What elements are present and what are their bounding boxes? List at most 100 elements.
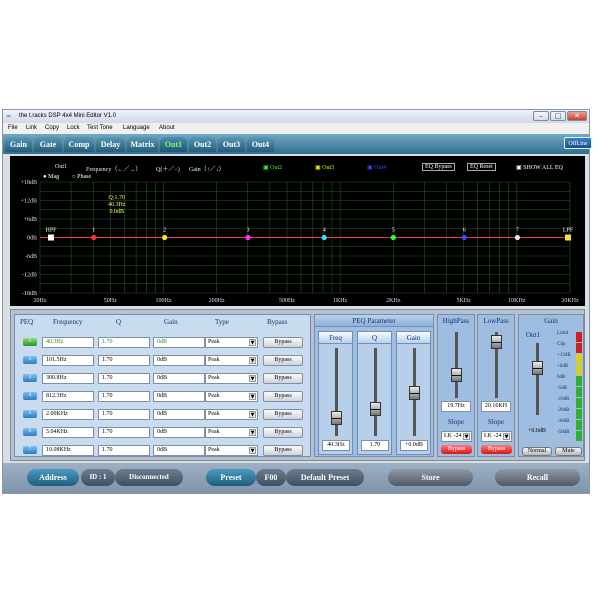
- highpass-slope-select[interactable]: LK -24 ▼: [441, 431, 472, 442]
- graph-plot: +18dB +12dB +6dB 0dB -6dB -12dB -18dB20Hz 50Hz 1…: [21, 180, 579, 304]
- minimize-button[interactable]: –: [533, 111, 549, 121]
- address-button[interactable]: Address: [27, 469, 79, 486]
- peq-row-4-type-select[interactable]: Peak ▼: [205, 391, 258, 402]
- menu-link[interactable]: Link: [26, 125, 37, 131]
- peq-row-1-gain[interactable]: 0dB: [153, 337, 205, 348]
- gain-value[interactable]: +0.0dB: [400, 440, 428, 451]
- peq-row-4-q[interactable]: 1.70: [98, 391, 150, 402]
- tab-delay[interactable]: Delay: [96, 137, 125, 152]
- highpass-slope-value: LK -24: [444, 433, 462, 439]
- menu-copy[interactable]: Copy: [45, 125, 59, 131]
- chevron-down-icon: ▼: [249, 357, 256, 364]
- peq-row-5-gain[interactable]: 0dB: [153, 409, 205, 420]
- peq-row-7-gain[interactable]: 0dB: [153, 445, 205, 456]
- q-value[interactable]: 1.70: [361, 440, 389, 451]
- eq-point-label: 5: [392, 228, 395, 234]
- peq-row-2-bypass-button[interactable]: Bypass: [263, 355, 303, 366]
- peq-row-7-bypass-button[interactable]: Bypass: [263, 445, 303, 456]
- peq-row-3-bypass-button[interactable]: Bypass: [263, 373, 303, 384]
- peq-row-1-freq[interactable]: 40.3Hz: [42, 337, 94, 348]
- lowpass-slider-thumb[interactable]: [491, 335, 502, 349]
- peq-row-5-freq[interactable]: 2.00KHz: [42, 409, 94, 420]
- eq-point-label: 7: [516, 228, 519, 234]
- q-slider-track[interactable]: [374, 348, 377, 436]
- peq-row-2-type-select[interactable]: Peak ▼: [205, 355, 258, 366]
- tab-matrix[interactable]: Matrix: [127, 137, 158, 152]
- highpass-value[interactable]: 19.7Hz: [441, 401, 471, 412]
- output-gain-slider-track[interactable]: [536, 343, 539, 415]
- output-gain-slider-thumb[interactable]: [532, 361, 543, 375]
- preset-button[interactable]: Preset: [206, 469, 256, 486]
- gain-slider-label: Gain: [397, 332, 430, 344]
- tab-gain[interactable]: Gain: [5, 137, 32, 152]
- peq-row-4-bypass-button[interactable]: Bypass: [263, 391, 303, 402]
- window-title: the t.racks DSP 4x4 Mini Editor V1.0: [19, 113, 116, 119]
- peq-row-6-q[interactable]: 1.70: [98, 427, 150, 438]
- mute-button[interactable]: Mute: [555, 447, 582, 456]
- tab-out1[interactable]: Out1: [160, 137, 187, 152]
- tab-comp[interactable]: Comp: [64, 137, 94, 152]
- offline-button[interactable]: OffLine: [564, 137, 592, 149]
- tab-out2[interactable]: Out2: [189, 137, 216, 152]
- peq-row-1-bypass-button[interactable]: Bypass: [263, 337, 303, 348]
- menu-language[interactable]: Language: [123, 125, 150, 131]
- eq-graph[interactable]: Out1 Frequency（←／→） Q(＋／−) Gain（↑／↓） ▣ O…: [10, 156, 585, 306]
- highpass-slope-title: Slope: [448, 418, 464, 426]
- highpass-slider-thumb[interactable]: [451, 368, 462, 382]
- peq-row-4-number[interactable]: 4: [23, 392, 37, 400]
- peq-row-3-freq[interactable]: 300.8Hz: [42, 373, 94, 384]
- peq-row-7-number[interactable]: 7: [23, 446, 37, 454]
- tab-out3[interactable]: Out3: [218, 137, 245, 152]
- peq-row-6-gain[interactable]: 0dB: [153, 427, 205, 438]
- tab-gate[interactable]: Gate: [34, 137, 62, 152]
- peq-row-3-type-select[interactable]: Peak ▼: [205, 373, 258, 384]
- eq-point-6: [461, 234, 467, 241]
- peq-row-5-number[interactable]: 5: [23, 410, 37, 418]
- menu-lock[interactable]: Lock: [67, 125, 80, 131]
- lowpass-bypass-button[interactable]: Bypass: [481, 445, 512, 454]
- peq-row-6-number[interactable]: 6: [23, 428, 37, 436]
- menu-test-tone[interactable]: Test Tone: [87, 125, 113, 131]
- peq-row-7-q[interactable]: 1.70: [98, 445, 150, 456]
- gain-slider-thumb[interactable]: [409, 386, 420, 400]
- peq-row-7-freq[interactable]: 10.08KHz: [42, 445, 94, 456]
- peq-row-4-freq[interactable]: 812.3Hz: [42, 391, 94, 402]
- peq-row-5-type-select[interactable]: Peak ▼: [205, 409, 258, 420]
- normal-button[interactable]: Normal: [522, 447, 552, 456]
- freq-value[interactable]: 40.3Hz: [322, 440, 350, 451]
- peq-row-3-number[interactable]: 3: [23, 374, 37, 382]
- freq-slider-thumb[interactable]: [331, 411, 342, 425]
- peq-row-6-freq[interactable]: 5.04KHz: [42, 427, 94, 438]
- peq-row-5-q[interactable]: 1.70: [98, 409, 150, 420]
- maximize-button[interactable]: □: [550, 111, 566, 121]
- peq-row-5-bypass-button[interactable]: Bypass: [263, 409, 303, 420]
- peq-row-6-type-select[interactable]: Peak ▼: [205, 427, 258, 438]
- peq-row-3-gain[interactable]: 0dB: [153, 373, 205, 384]
- store-button[interactable]: Store: [388, 469, 473, 486]
- menu-about[interactable]: About: [159, 125, 175, 131]
- peq-row-2-freq[interactable]: 101.5Hz: [42, 355, 94, 366]
- eq-point-1: [91, 234, 97, 241]
- lowpass-slope-select[interactable]: LK -24 ▼: [481, 431, 512, 442]
- q-slider-thumb[interactable]: [370, 402, 381, 416]
- peq-row-1-number[interactable]: 1: [23, 338, 37, 346]
- peq-row-1-q[interactable]: 1.70: [98, 337, 150, 348]
- x-tick-label: 20Hz: [34, 298, 47, 304]
- peq-row-7-type-select[interactable]: Peak ▼: [205, 445, 258, 456]
- highpass-bypass-button[interactable]: Bypass: [441, 445, 472, 454]
- recall-button[interactable]: Recall: [495, 469, 580, 486]
- close-button[interactable]: ✕: [567, 111, 587, 121]
- peq-row-2-gain[interactable]: 0dB: [153, 355, 205, 366]
- peq-row-3-q[interactable]: 1.70: [98, 373, 150, 384]
- lpf-label: LPF: [563, 228, 574, 234]
- peq-row-2-number[interactable]: 2: [23, 356, 37, 364]
- peq-row-4-gain[interactable]: 0dB: [153, 391, 205, 402]
- menu-file[interactable]: File: [8, 125, 18, 131]
- peq-row-2-q[interactable]: 1.70: [98, 355, 150, 366]
- lowpass-value[interactable]: 20.16KH: [481, 401, 511, 412]
- tab-out4[interactable]: Out4: [247, 137, 274, 152]
- peq-row-6-bypass-button[interactable]: Bypass: [263, 427, 303, 438]
- highpass-slider-track[interactable]: [455, 332, 458, 398]
- main-window: ≈ the t.racks DSP 4x4 Mini Editor V1.0 –…: [2, 109, 592, 494]
- peq-row-1-type-select[interactable]: Peak ▼: [205, 337, 258, 348]
